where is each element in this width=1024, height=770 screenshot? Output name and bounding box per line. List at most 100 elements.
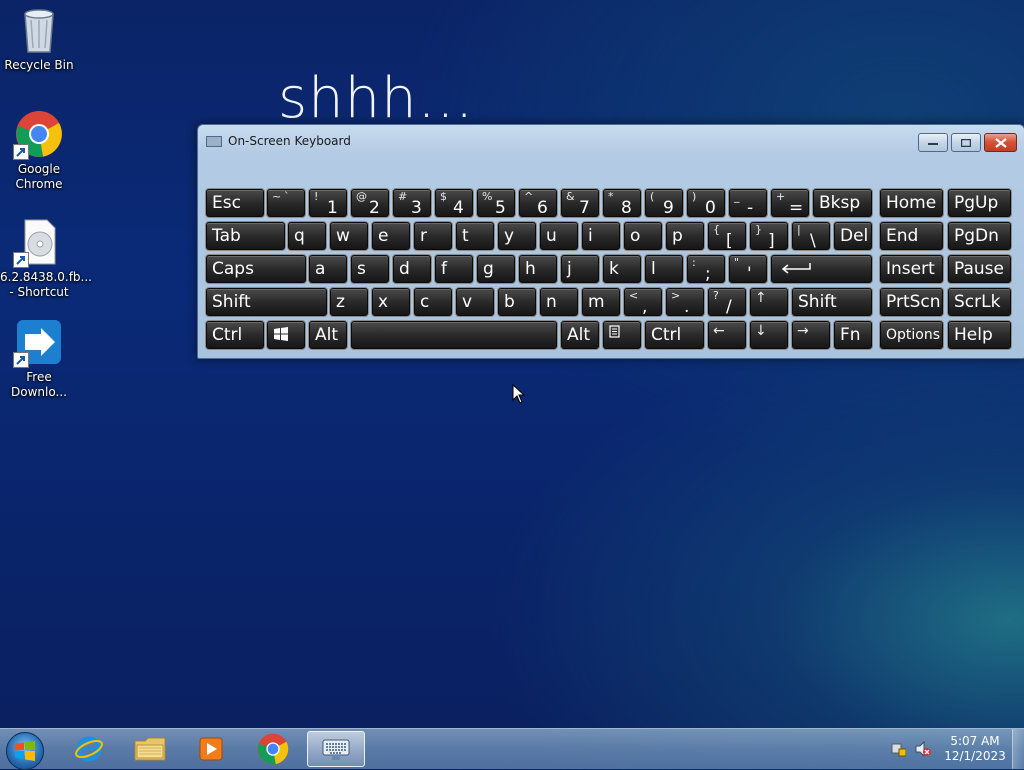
desktop-icon-shortcut-file[interactable]: 6.2.8438.0.fb... - Shortcut (0, 218, 92, 300)
key-right-alt[interactable]: Alt (561, 321, 599, 349)
start-button[interactable] (6, 732, 44, 770)
maximize-button[interactable] (951, 133, 981, 152)
chrome-icon (13, 110, 63, 160)
key-options[interactable]: Options (880, 321, 943, 349)
key-9[interactable]: (9 (645, 189, 683, 217)
key-l[interactable]: l (645, 255, 683, 283)
key-j[interactable]: j (561, 255, 599, 283)
maximize-icon (961, 138, 971, 147)
key-f[interactable]: f (435, 255, 473, 283)
key-pgup[interactable]: PgUp (948, 189, 1011, 217)
show-desktop-button[interactable] (1012, 729, 1024, 769)
key-p[interactable]: p (666, 222, 704, 250)
key-b[interactable]: b (498, 288, 536, 316)
key-a[interactable]: a (309, 255, 347, 283)
key-right-bracket[interactable]: }] (750, 222, 788, 250)
key-q[interactable]: q (288, 222, 326, 250)
key-k[interactable]: k (603, 255, 641, 283)
key-left-alt[interactable]: Alt (309, 321, 347, 349)
key-c[interactable]: c (414, 288, 452, 316)
taskbar-on-screen-keyboard[interactable] (307, 731, 365, 767)
key-fn[interactable]: Fn (834, 321, 872, 349)
key-right-ctrl[interactable]: Ctrl (645, 321, 704, 349)
key-o[interactable]: o (624, 222, 662, 250)
taskbar-media-player[interactable] (182, 731, 240, 767)
key-v[interactable]: v (456, 288, 494, 316)
key-4[interactable]: $4 (435, 189, 473, 217)
key-1[interactable]: ! 1 (309, 189, 347, 217)
key-del[interactable]: Del (834, 222, 872, 250)
key-enter[interactable] (771, 255, 872, 283)
key-m[interactable]: m (582, 288, 620, 316)
key-e[interactable]: e (372, 222, 410, 250)
key-left-ctrl[interactable]: Ctrl (206, 321, 264, 349)
key-right-arrow[interactable]: → (792, 321, 830, 349)
key-quote[interactable]: " ' (729, 255, 767, 283)
key-h[interactable]: h (519, 255, 557, 283)
key-help[interactable]: Help (948, 321, 1011, 349)
key-tab[interactable]: Tab (206, 222, 285, 250)
key-period[interactable]: >. (666, 288, 704, 316)
key-left-arrow[interactable]: ← (708, 321, 746, 349)
key-7[interactable]: & 7 (561, 189, 599, 217)
key-home[interactable]: Home (880, 189, 943, 217)
key-6[interactable]: ^ 6 (519, 189, 557, 217)
key-scrlk[interactable]: ScrLk (948, 288, 1011, 316)
key-space[interactable] (351, 321, 557, 349)
taskbar-windows-explorer[interactable] (121, 731, 179, 767)
key-left-bracket[interactable]: {[ (708, 222, 746, 250)
key-2[interactable]: @2 (351, 189, 389, 217)
taskbar-google-chrome[interactable] (244, 731, 302, 767)
key-0[interactable]: ) 0 (687, 189, 725, 217)
key-backspace[interactable]: Bksp (813, 189, 872, 217)
taskbar-internet-explorer[interactable] (60, 731, 118, 767)
key-comma[interactable]: <, (624, 288, 662, 316)
key-8[interactable]: * 8 (603, 189, 641, 217)
key-semicolon[interactable]: :; (687, 255, 725, 283)
key-r[interactable]: r (414, 222, 452, 250)
desktop-icon-recycle-bin[interactable]: Recycle Bin (0, 6, 78, 73)
key-pause[interactable]: Pause (948, 255, 1011, 283)
key-w[interactable]: w (330, 222, 368, 250)
tray-network-icon[interactable] (890, 741, 907, 757)
taskbar-clock[interactable]: 5:07 AM 12/1/2023 (940, 734, 1010, 764)
key-slash[interactable]: ? / (708, 288, 746, 316)
key-caps[interactable]: Caps (206, 255, 306, 283)
key-i[interactable]: i (582, 222, 620, 250)
key-3[interactable]: #3 (393, 189, 431, 217)
desktop-icon-google-chrome[interactable]: Google Chrome (0, 110, 78, 192)
key-esc[interactable]: Esc (206, 189, 264, 217)
key-menu[interactable] (603, 321, 641, 349)
key-end[interactable]: End (880, 222, 943, 250)
key-insert[interactable]: Insert (880, 255, 943, 283)
key-up-arrow[interactable]: ↑ (750, 288, 788, 316)
key-5[interactable]: % 5 (477, 189, 515, 217)
on-screen-keyboard-window[interactable]: On-Screen Keyboard Esc ~ ` ! 1 @2 #3 $4 % 5… (197, 124, 1024, 359)
key-equals[interactable]: + = (771, 189, 809, 217)
tray-volume-icon[interactable] (914, 740, 932, 758)
desktop-icon-label: 6.2.8438.0.fb... - Shortcut (0, 270, 92, 299)
key-minus[interactable]: _ - (729, 189, 767, 217)
key-pgdn[interactable]: PgDn (948, 222, 1011, 250)
key-tilde[interactable]: ~ ` (267, 189, 305, 217)
key-n[interactable]: n (540, 288, 578, 316)
download-manager-icon (13, 318, 63, 368)
close-button[interactable] (984, 133, 1017, 152)
key-x[interactable]: x (372, 288, 410, 316)
key-u[interactable]: u (540, 222, 578, 250)
key-y[interactable]: y (498, 222, 536, 250)
key-windows[interactable] (267, 321, 305, 349)
key-t[interactable]: t (456, 222, 494, 250)
key-d[interactable]: d (393, 255, 431, 283)
key-down-arrow[interactable]: ↓ (750, 321, 788, 349)
key-prtscn[interactable]: PrtScn (880, 288, 943, 316)
key-backslash[interactable]: | \ (792, 222, 830, 250)
key-z[interactable]: z (330, 288, 368, 316)
key-right-shift[interactable]: Shift (792, 288, 872, 316)
key-left-shift[interactable]: Shift (206, 288, 327, 316)
minimize-button[interactable] (918, 133, 948, 152)
close-icon (994, 137, 1007, 148)
key-g[interactable]: g (477, 255, 515, 283)
key-s[interactable]: s (351, 255, 389, 283)
desktop-icon-free-download[interactable]: Free Downlo... (0, 318, 78, 400)
